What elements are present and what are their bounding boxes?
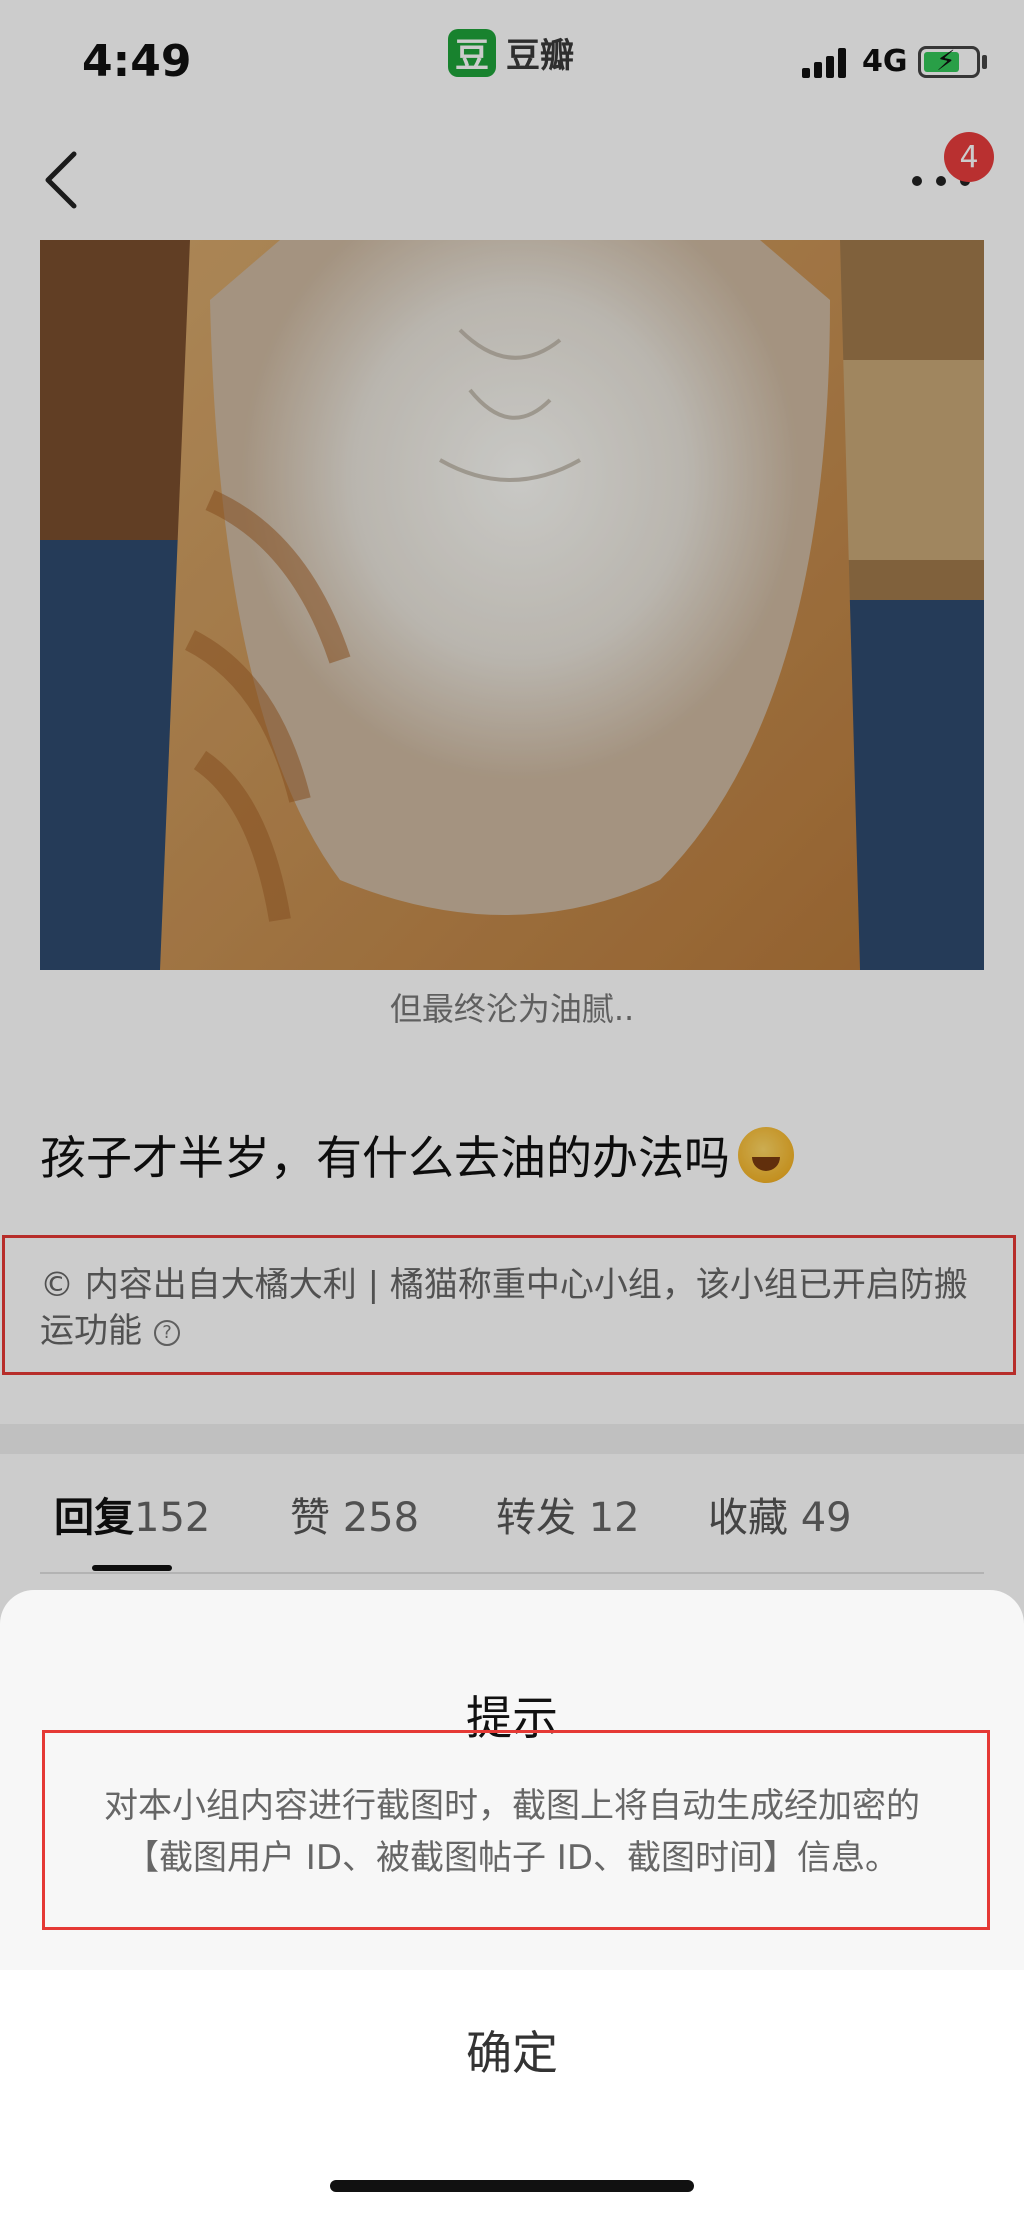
home-indicator[interactable] — [330, 2180, 694, 2192]
alert-message: 对本小组内容进行截图时，截图上将自动生成经加密的 【截图用户 ID、被截图帖子 … — [60, 1780, 964, 1884]
alert-message-line1: 对本小组内容进行截图时，截图上将自动生成经加密的 — [104, 1786, 920, 1826]
post-page: 4:49 豆 豆瓣 4G ⚡ 4 但最终沦为油腻.. 孩子才半岁，有什么去油的办… — [0, 0, 1024, 2218]
alert-message-line2: 【截图用户 ID、被截图帖子 ID、截图时间】信息。 — [124, 1838, 900, 1878]
alert-sheet: 提示 对本小组内容进行截图时，截图上将自动生成经加密的 【截图用户 ID、被截图… — [0, 1590, 1024, 2218]
confirm-button[interactable]: 确定 — [0, 1970, 1024, 2130]
